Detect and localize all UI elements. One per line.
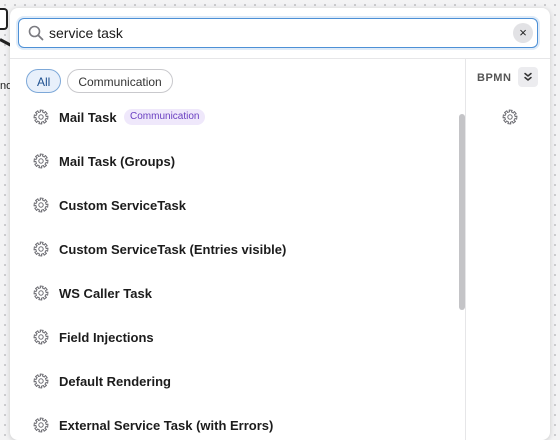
chevron-double-down-icon <box>524 72 532 81</box>
close-icon: × <box>519 25 527 40</box>
list-item[interactable]: WS Caller Task <box>10 271 455 315</box>
gear-icon <box>33 197 49 213</box>
results-list: Mail Task Communication Mail Task (Group… <box>10 95 455 440</box>
list-item[interactable]: Field Injections <box>10 315 455 359</box>
entry-label: Default Rendering <box>59 373 171 389</box>
group-panel: BPMN <box>466 59 550 440</box>
list-item[interactable]: Custom ServiceTask (Entries visible) <box>10 227 455 271</box>
results-panel: All Communication Mail Task Communicatio… <box>10 59 465 440</box>
list-item[interactable]: Mail Task (Groups) <box>10 139 455 183</box>
entry-label: External Service Task (with Errors) <box>59 417 274 433</box>
entry-label: Field Injections <box>59 329 154 345</box>
category-badge: Communication <box>124 109 206 125</box>
list-item[interactable]: Default Rendering <box>10 359 455 403</box>
collapse-button[interactable] <box>518 67 538 87</box>
element-search-popup: × All Communication Mail Task Communicat… <box>10 8 550 440</box>
search-box[interactable]: × <box>18 18 538 48</box>
gear-icon <box>33 285 49 301</box>
filter-chips: All Communication <box>26 69 173 93</box>
entry-label: WS Caller Task <box>59 285 152 301</box>
gear-icon <box>33 373 49 389</box>
group-label: BPMN <box>477 72 512 84</box>
search-icon <box>28 25 44 41</box>
gear-icon <box>33 417 49 433</box>
filter-chip-communication[interactable]: Communication <box>67 69 173 93</box>
entry-label: Mail Task <box>59 109 117 125</box>
search-input[interactable] <box>49 21 504 45</box>
list-item[interactable]: Custom ServiceTask <box>10 183 455 227</box>
entry-label: Custom ServiceTask <box>59 197 186 213</box>
gear-icon <box>33 109 49 125</box>
filter-chip-all[interactable]: All <box>26 69 62 93</box>
list-item[interactable]: External Service Task (with Errors) <box>10 403 455 440</box>
gear-icon <box>33 329 49 345</box>
entry-label: Custom ServiceTask (Entries visible) <box>59 241 287 257</box>
gear-icon <box>33 153 49 169</box>
gear-icon[interactable] <box>502 109 518 125</box>
entry-label: Mail Task (Groups) <box>59 153 176 169</box>
canvas-element[interactable] <box>0 8 8 30</box>
gear-icon <box>33 241 49 257</box>
list-item[interactable]: Mail Task Communication <box>10 95 455 139</box>
clear-search-button[interactable]: × <box>513 23 533 43</box>
